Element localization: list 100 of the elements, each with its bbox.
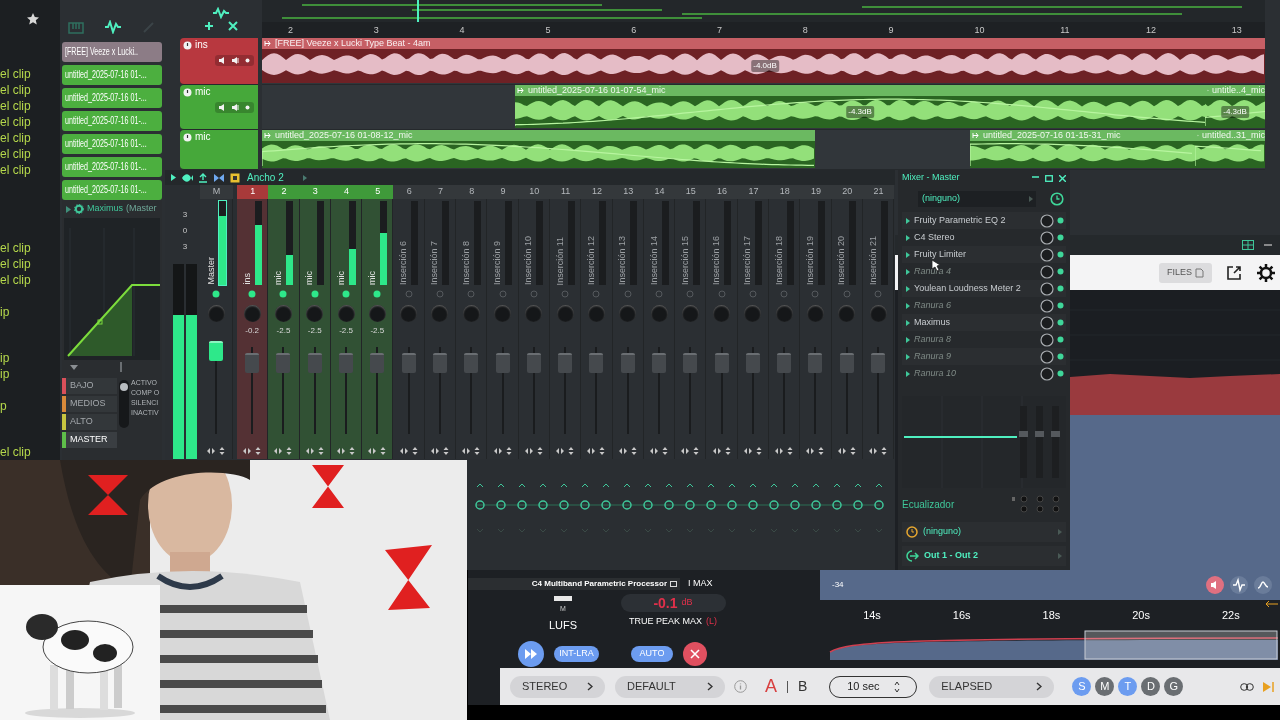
channel-number[interactable]: M <box>200 185 233 199</box>
status-dot-icon[interactable] <box>1057 336 1064 343</box>
status-dot-icon[interactable] <box>1057 302 1064 309</box>
speaker-icon[interactable] <box>1206 576 1224 594</box>
mix-knob-icon[interactable] <box>1040 298 1054 313</box>
dropdown-arrow-icon[interactable] <box>70 364 78 370</box>
pan-arrows-icon[interactable] <box>680 446 701 455</box>
channel-number[interactable]: 6 <box>393 185 425 199</box>
browser-item[interactable]: el clip <box>0 66 60 82</box>
channel-number[interactable]: 18 <box>769 185 801 199</box>
clock-icon[interactable] <box>1050 192 1064 206</box>
status-dot-icon[interactable] <box>1057 234 1064 241</box>
pan-arrows-icon[interactable] <box>367 446 388 455</box>
track-header[interactable]: ins <box>180 38 258 85</box>
volume-fader[interactable] <box>558 353 573 373</box>
status-dot-icon[interactable] <box>529 290 538 298</box>
status-dot-icon[interactable] <box>1057 353 1064 360</box>
browser-item[interactable]: el clip <box>0 444 60 460</box>
pan-arrows-icon[interactable] <box>805 446 826 455</box>
band-button[interactable]: MASTER <box>62 432 117 448</box>
waveform-icon[interactable] <box>212 7 230 19</box>
speaker-icon[interactable] <box>231 103 240 112</box>
speaker-icon[interactable] <box>231 56 240 65</box>
status-dot-icon[interactable] <box>498 290 507 298</box>
status-dot-icon[interactable] <box>342 290 351 298</box>
pan-arrows-icon[interactable] <box>461 446 482 455</box>
mix-knob-icon[interactable] <box>1040 332 1054 347</box>
status-dot-icon[interactable] <box>1057 268 1064 275</box>
band-button[interactable]: BAJO <box>62 378 117 394</box>
view-toggle[interactable]: G <box>1164 677 1184 696</box>
volume-fader[interactable] <box>526 353 541 373</box>
channel-number[interactable]: 21 <box>862 185 895 199</box>
volume-fader[interactable] <box>432 353 447 373</box>
channel-number[interactable]: 3 <box>299 185 331 199</box>
pan-arrows-icon[interactable] <box>336 446 357 455</box>
record-dot-icon[interactable] <box>244 56 251 65</box>
arrow-icon[interactable] <box>1266 601 1278 607</box>
effect-slot[interactable]: Youlean Loudness Meter 2 <box>902 280 1066 297</box>
plugin-tab[interactable]: C4 Multiband Parametric Processor <box>468 578 680 590</box>
pan-arrows-icon[interactable] <box>398 446 419 455</box>
volume-fader[interactable] <box>620 353 635 373</box>
volume-fader[interactable] <box>808 353 823 373</box>
status-dot-icon[interactable] <box>404 290 413 298</box>
view-toggle[interactable]: D <box>1141 677 1161 696</box>
pan-arrows-icon[interactable] <box>868 446 889 455</box>
power-icon[interactable] <box>183 87 192 97</box>
band-button[interactable]: ALTO <box>62 414 117 430</box>
toggle-switch-icon[interactable] <box>119 380 129 428</box>
power-icon[interactable] <box>183 132 192 142</box>
channel-number[interactable]: 7 <box>424 185 457 199</box>
channel-number[interactable]: 11 <box>549 185 582 199</box>
pan-arrows-icon[interactable] <box>774 446 795 455</box>
pan-arrows-icon[interactable] <box>429 446 450 455</box>
channel-number[interactable]: 1 <box>237 185 269 199</box>
browser-item[interactable]: ip <box>0 304 60 320</box>
mix-knob-icon[interactable] <box>1040 230 1054 245</box>
status-dot-icon[interactable] <box>1057 319 1064 326</box>
status-dot-icon[interactable] <box>1057 370 1064 377</box>
effect-slot[interactable]: Fruity Limiter <box>902 246 1066 263</box>
output-dropdown[interactable]: Out 1 - Out 2 <box>902 546 1066 566</box>
overview-drawing[interactable] <box>262 0 1265 22</box>
channel-number[interactable]: 4 <box>330 185 363 199</box>
mixer-track[interactable]: ins -0.2 <box>237 199 269 459</box>
waveform-icon[interactable] <box>1230 576 1248 594</box>
pan-arrows-icon[interactable] <box>555 446 576 455</box>
pan-arrows-icon[interactable] <box>742 446 763 455</box>
square-icon[interactable] <box>230 172 240 183</box>
channel-number[interactable]: 13 <box>612 185 644 199</box>
mix-knob-icon[interactable] <box>1040 213 1054 228</box>
timeline-overview-drawing[interactable] <box>828 630 1278 660</box>
waveform-icon[interactable] <box>104 20 122 34</box>
browser-item[interactable]: el clip <box>0 98 60 114</box>
status-dot-icon[interactable] <box>1057 285 1064 292</box>
pan-arrows-icon[interactable] <box>206 446 226 455</box>
upload-icon[interactable] <box>198 172 208 183</box>
settings-icon[interactable] <box>1256 262 1276 283</box>
status-dot-icon[interactable] <box>561 290 570 298</box>
effect-slot[interactable]: Maximus <box>902 314 1066 331</box>
files-button[interactable]: FILES <box>1159 262 1212 283</box>
ab-toggle[interactable]: A <box>765 673 777 700</box>
browser-item[interactable]: el clip <box>0 272 60 288</box>
ab-toggle[interactable]: B <box>798 676 808 697</box>
mixer-track[interactable]: mic -2.5 <box>330 199 363 459</box>
maximize-icon[interactable] <box>1045 174 1053 182</box>
volume-fader[interactable] <box>714 353 729 373</box>
browser-item[interactable]: ip <box>0 350 60 366</box>
pan-arrows-icon[interactable] <box>711 446 732 455</box>
browser-item[interactable]: el clip <box>0 130 60 146</box>
preset-dropdown[interactable]: DEFAULT <box>615 675 725 698</box>
channel-number[interactable]: 12 <box>581 185 613 199</box>
fast-forward-button[interactable] <box>518 641 544 667</box>
volume-fader[interactable] <box>464 353 479 373</box>
chart-icon[interactable] <box>1254 576 1272 594</box>
status-dot-icon[interactable] <box>748 290 757 298</box>
mix-knob-icon[interactable] <box>1040 247 1054 262</box>
audio-clip[interactable]: [FREE] Veeze x Lucki Type Beat - 4am -4.0dB <box>262 38 1265 83</box>
channel-number[interactable]: 14 <box>643 185 676 199</box>
channel-number[interactable]: 17 <box>737 185 770 199</box>
volume-fader[interactable] <box>589 353 604 373</box>
status-dot-icon[interactable] <box>686 290 695 298</box>
